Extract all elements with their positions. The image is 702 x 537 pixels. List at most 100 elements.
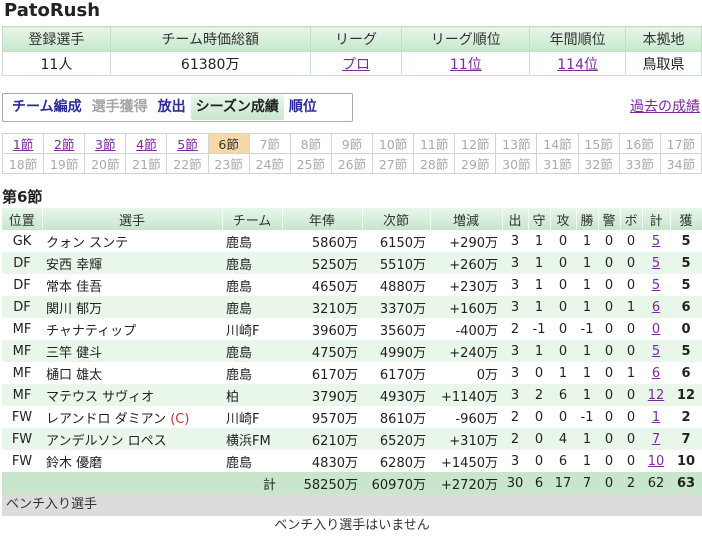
- stat-total-link[interactable]: 6: [652, 366, 660, 381]
- stat-acquired: 5: [681, 277, 691, 293]
- stat-total: 5: [642, 274, 670, 296]
- stat-total-link[interactable]: 6: [652, 300, 660, 315]
- summary-header: チーム時価総額: [109, 26, 311, 52]
- table-row: MF 樋口 雄太 鹿島 6170万 6170万 0万 3 0 1 1 0 1 6 6: [2, 362, 702, 384]
- stat-acquired: 7: [670, 428, 702, 450]
- registered-players: 11人: [2, 51, 111, 76]
- stat-attack: 0: [558, 233, 568, 249]
- round-3[interactable]: 3節: [84, 133, 127, 154]
- player-team: 柏: [222, 384, 282, 406]
- totals-de: 30: [502, 472, 528, 494]
- totals-kei: 0: [598, 472, 620, 494]
- round-28: 28節: [413, 153, 456, 174]
- past-results-link[interactable]: 過去の成績: [630, 96, 700, 116]
- round-1[interactable]: 1節: [1, 133, 45, 154]
- round-19: 19節: [43, 153, 86, 174]
- player-salary-diff: +290万: [449, 235, 498, 251]
- summary-header: 本拠地: [625, 26, 702, 52]
- round-row: 1節 2節 3節 4節 5節 6節 7節 8節 9節 10節 11節 12節 13節 14節 15節 16節 1…: [1, 133, 702, 154]
- captain-badge: (C): [166, 411, 190, 427]
- league-rank-link[interactable]: 11位: [450, 57, 482, 73]
- round-5[interactable]: 5節: [166, 133, 209, 154]
- tab-player-acquisition: 選手獲得: [91, 99, 148, 115]
- player-next-salary: 6280万: [379, 455, 426, 471]
- player-salary-diff: +230万: [449, 279, 498, 295]
- stat-total-link[interactable]: 5: [652, 234, 660, 249]
- tab-release[interactable]: 放出: [153, 95, 191, 120]
- stat-appearance: 3: [510, 233, 520, 249]
- stat-defense: 0: [528, 428, 550, 450]
- stat-bonus: 0: [626, 233, 636, 249]
- round-34: 34節: [659, 153, 702, 174]
- player-position: DF: [2, 296, 42, 318]
- stat-bonus: 0: [620, 340, 642, 362]
- round-30: 30節: [495, 153, 538, 174]
- column-header: 勝: [576, 208, 599, 230]
- player-salary: 3210万: [282, 296, 362, 318]
- stat-caution: 0: [604, 321, 614, 337]
- table-row: DF 常本 佳吾 鹿島 4650万 4880万 +230万 3 1 0 1 0 0 5 5: [2, 274, 702, 296]
- player-position: MF: [12, 365, 32, 381]
- stat-caution: 0: [604, 277, 614, 293]
- stat-total-link[interactable]: 5: [652, 256, 660, 271]
- stat-appearance: 2: [510, 321, 520, 337]
- player-team: 鹿島: [226, 367, 253, 383]
- player-position: GK: [12, 233, 32, 249]
- column-header: 選手: [42, 208, 223, 230]
- table-row: MF マテウス サヴィオ柏 3790万 4930万 +1140万 3 2 6 1 0 0 12 12: [2, 384, 702, 406]
- stat-win: 1: [576, 252, 598, 274]
- year-rank-link[interactable]: 114位: [557, 57, 598, 73]
- player-next-salary: 3370万: [362, 296, 430, 318]
- player-team: 鹿島: [222, 252, 282, 274]
- stat-total-link[interactable]: 12: [648, 388, 665, 403]
- nav-tabs: チーム編成 選手獲得 放出 シーズン成績 順位: [2, 93, 353, 122]
- player-name: 樋口 雄太: [46, 367, 103, 383]
- player-position: DF: [13, 277, 31, 293]
- stat-total-link[interactable]: 5: [652, 344, 660, 359]
- tab-team-formation[interactable]: チーム編成: [7, 95, 87, 120]
- totals-row: 計 58250万 60970万 +2720万 30 6 17 7 0 2 62 …: [2, 472, 702, 494]
- player-name: クォン スンテ: [46, 235, 129, 251]
- team-summary-table: 登録選手 チーム時価総額 リーグ リーグ順位 年間順位 本拠地 11人 6138…: [2, 26, 702, 76]
- player-salary: 3960万: [311, 323, 358, 339]
- table-row: MF チャナティップ 川崎F 3960万 3560万 -400万 2 -1 0 -1 0 0 0 0: [2, 318, 702, 340]
- bench-header: ベンチ入り選手: [2, 494, 702, 516]
- stat-attack: 0: [550, 340, 576, 362]
- stat-win: 1: [582, 453, 592, 469]
- tab-ranking[interactable]: 順位: [284, 95, 322, 120]
- stat-appearance: 2: [502, 428, 528, 450]
- player-next-salary: 4880万: [379, 279, 426, 295]
- summary-values-row: 11人 61380万 プロ 11位 114位 鳥取県: [2, 51, 702, 76]
- stat-attack: 4: [550, 428, 576, 450]
- summary-header: 年間順位: [529, 26, 627, 52]
- summary-header: リーグ順位: [401, 26, 531, 52]
- stat-win: 1: [582, 233, 592, 249]
- player-salary: 6210万: [282, 428, 362, 450]
- column-header: 出: [502, 208, 529, 230]
- stat-total-link[interactable]: 10: [648, 454, 665, 469]
- totals-mamori: 6: [528, 472, 550, 494]
- totals-label: 計: [2, 472, 282, 494]
- stat-total-link[interactable]: 0: [652, 322, 660, 337]
- round-2[interactable]: 2節: [43, 133, 86, 154]
- stat-total-link[interactable]: 1: [652, 410, 660, 425]
- stat-total-link[interactable]: 5: [652, 278, 660, 293]
- stat-acquired: 10: [676, 453, 696, 469]
- stat-attack: 0: [558, 321, 568, 337]
- round-9: 9節: [330, 133, 373, 154]
- stat-appearance: 3: [502, 384, 528, 406]
- stat-appearance: 2: [510, 409, 520, 425]
- tab-season-results[interactable]: シーズン成績: [190, 95, 284, 120]
- player-salary: 4830万: [311, 455, 358, 471]
- round-12: 12節: [454, 133, 497, 154]
- stat-win: 1: [576, 384, 598, 406]
- stat-caution: 0: [604, 409, 614, 425]
- player-next-salary: 6170万: [379, 367, 426, 383]
- stat-appearance: 3: [502, 252, 528, 274]
- stat-total: 12: [642, 384, 670, 406]
- stat-total-link[interactable]: 7: [652, 432, 660, 447]
- table-row: FW アンデルソン ロペス 横浜FM 6210万 6520万 +310万 2 0 4 1 0 0 7 7: [2, 428, 702, 450]
- round-4[interactable]: 4節: [125, 133, 168, 154]
- league-link[interactable]: プロ: [342, 57, 370, 73]
- player-team: 川崎F: [226, 411, 260, 427]
